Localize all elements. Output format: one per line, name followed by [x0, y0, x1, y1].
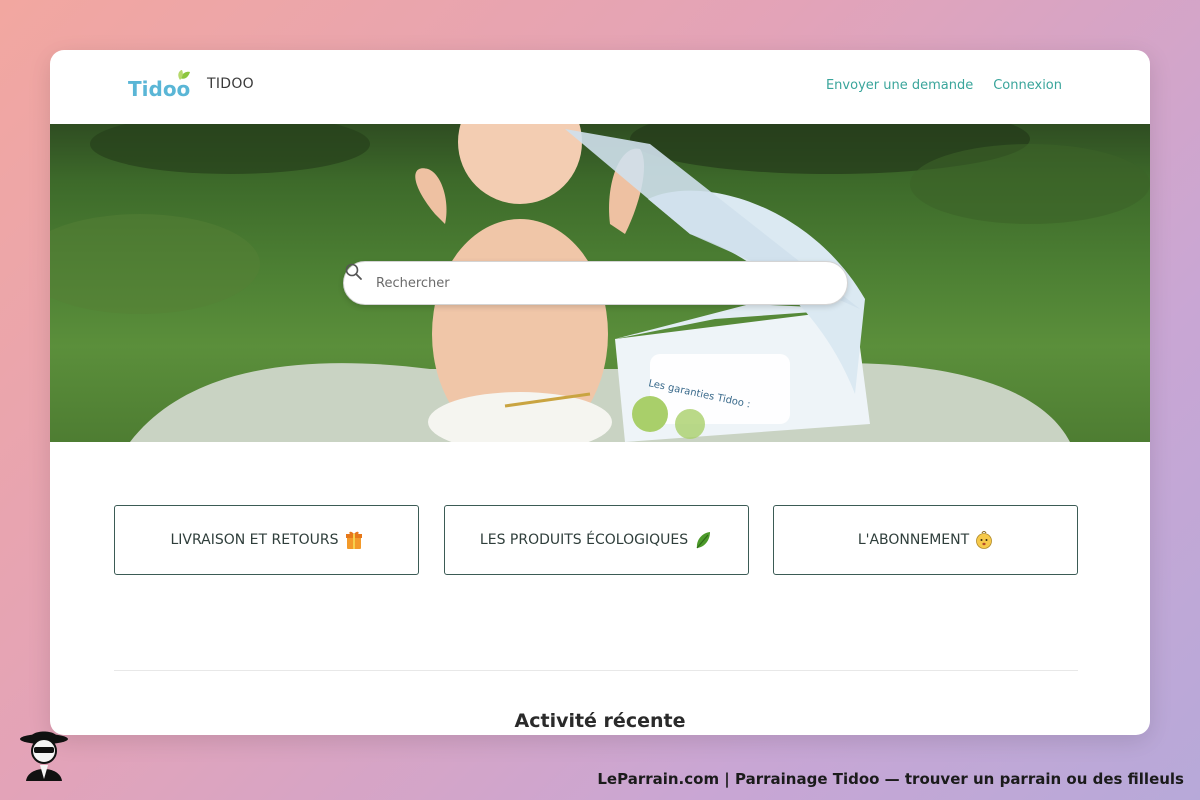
gift-box-icon — [345, 531, 362, 549]
recent-activity-title: Activité récente — [514, 710, 686, 732]
logo-text: Tidoo — [128, 77, 190, 101]
section-divider — [114, 670, 1078, 671]
category-label: LES PRODUITS ÉCOLOGIQUES — [479, 532, 689, 548]
send-request-link[interactable]: Envoyer une demande — [826, 78, 973, 93]
site-header: Tidoo TIDOO Envoyer une demande Connexio… — [50, 50, 1150, 124]
search-input[interactable] — [376, 268, 836, 298]
category-eco-products[interactable]: LES PRODUITS ÉCOLOGIQUES — [443, 505, 749, 575]
hero-banner: Les garanties Tidoo : — [50, 124, 1150, 442]
footer-caption: LeParrain.com | Parrainage Tidoo — trouv… — [597, 770, 1184, 788]
category-delivery-returns[interactable]: LIVRAISON ET RETOURS — [114, 505, 419, 575]
tidoo-logo[interactable]: Tidoo — [128, 68, 192, 104]
category-label: L'ABONNEMENT — [857, 532, 970, 548]
category-label: LIVRAISON ET RETOURS — [170, 532, 339, 548]
help-center-window: Tidoo TIDOO Envoyer une demande Connexio… — [50, 50, 1150, 735]
header-nav: Envoyer une demande Connexion — [826, 78, 1062, 93]
leaf-icon — [696, 532, 711, 549]
brand-name: TIDOO — [207, 76, 254, 92]
login-link[interactable]: Connexion — [993, 78, 1062, 93]
baby-face-icon — [976, 531, 993, 549]
category-list: LIVRAISON ET RETOURS LES PRODUITS ÉCOLOG… — [114, 505, 1078, 575]
category-subscription[interactable]: L'ABONNEMENT — [773, 505, 1078, 575]
search-icon — [345, 263, 362, 280]
search-bar[interactable] — [343, 261, 848, 305]
leparrain-logo-icon — [20, 731, 68, 781]
